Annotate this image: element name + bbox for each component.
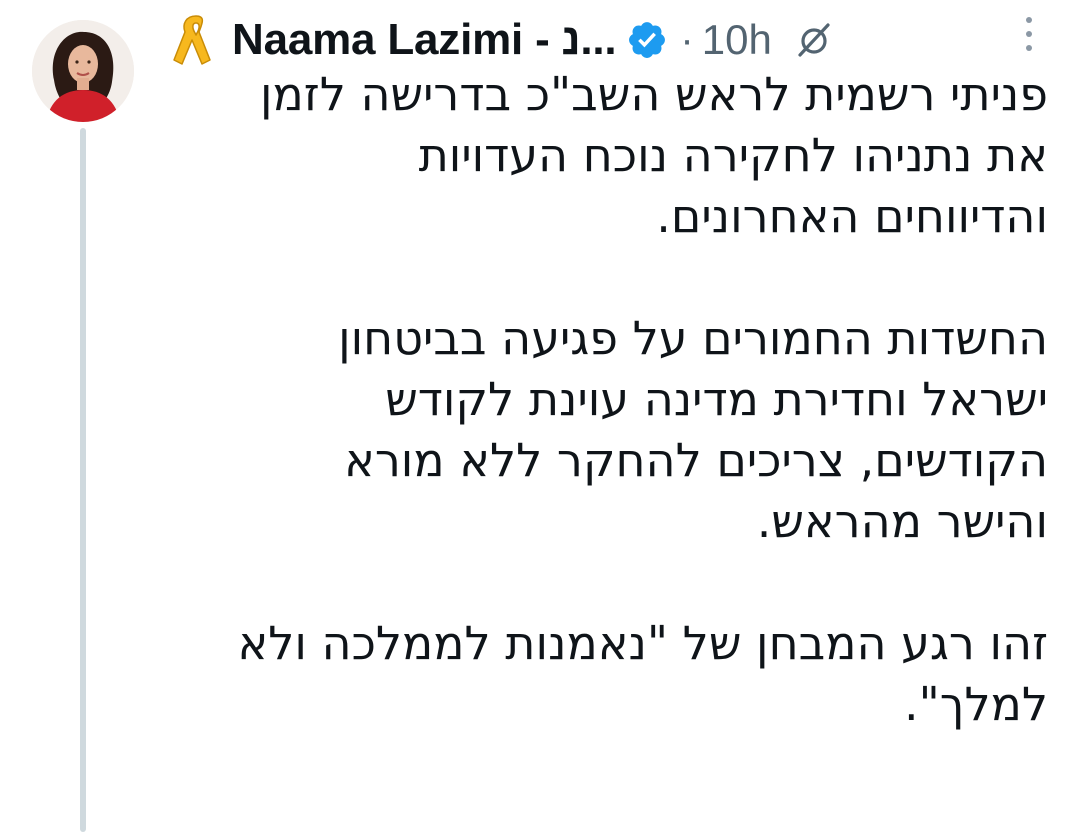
- tweet-line: והדיווחים האחרונים.: [656, 189, 1048, 243]
- post-timestamp[interactable]: 10h: [702, 16, 772, 64]
- tweet-line: ישראל וחדירת מדינה עוינת לקודש: [385, 372, 1048, 426]
- tweet-line: החשדות החמורים על פגיעה בביטחון: [338, 311, 1048, 365]
- tweet-card[interactable]: Naama Lazimi - נ... · 10h פניתי רשמית לר…: [0, 0, 1080, 832]
- verified-badge-icon[interactable]: [626, 19, 668, 61]
- tweet-line: את נתניהו לחקירה נוכח העדויות: [418, 128, 1048, 182]
- tweet-line: והישר מהראש.: [756, 494, 1048, 548]
- tweet-line: פניתי רשמית לראש השב"כ בדרישה לזמן: [260, 67, 1048, 121]
- tweet-text: פניתי רשמית לראש השב"כ בדרישה לזמן את נת…: [160, 64, 1048, 735]
- meta-separator: ·: [680, 17, 694, 62]
- yellow-ribbon-emoji-icon: [168, 10, 224, 70]
- author-display-name[interactable]: Naama Lazimi - נ...: [232, 15, 617, 65]
- tweet-line: למלך".: [903, 677, 1048, 731]
- tweet-header: Naama Lazimi - נ... · 10h: [168, 8, 1080, 72]
- tweet-line: הקודשים, צריכים להחקר ללא מורא: [344, 433, 1048, 487]
- thread-connector-line: [80, 128, 86, 832]
- avatar[interactable]: [32, 20, 134, 122]
- grok-slash-icon[interactable]: [794, 20, 834, 60]
- tweet-line: זהו רגע המבחן של "נאמנות לממלכה ולא: [237, 616, 1048, 670]
- profile-photo-icon: [32, 20, 134, 122]
- more-vertical-icon[interactable]: [1024, 14, 1034, 54]
